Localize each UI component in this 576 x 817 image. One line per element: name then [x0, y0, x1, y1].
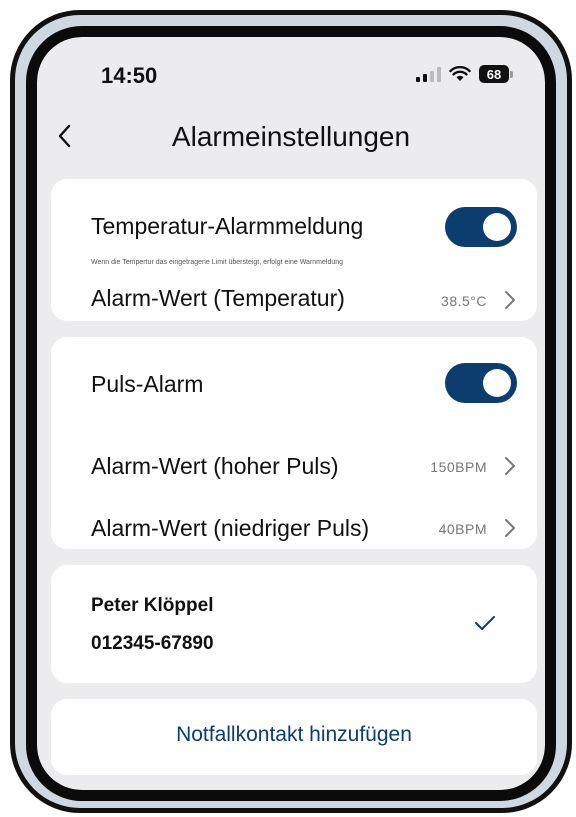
pulse-high-value: 150BPM	[430, 459, 487, 475]
checkmark-icon	[475, 616, 495, 630]
temperature-value: 38.5°C	[441, 293, 487, 309]
page-title: Alarmeinstellungen	[171, 121, 411, 152]
pulse-alarm-toggle[interactable]	[445, 363, 517, 403]
toggle-knob	[483, 369, 511, 397]
toggle-knob	[483, 213, 511, 241]
temperature-alarm-label: Temperatur-Alarmmeldung	[91, 213, 364, 239]
pulse-alarm-card: Puls-Alarm Alarm-Wert (hoher Puls) 150BP…	[51, 337, 537, 549]
contact-name: Peter Klöppel	[91, 595, 214, 616]
cellular-signal-icon	[416, 66, 441, 82]
temperature-alarm-card: Temperatur-Alarmmeldung Wenn die Tempert…	[51, 179, 537, 321]
temperature-alarm-toggle[interactable]	[445, 207, 517, 247]
chevron-right-icon	[505, 519, 515, 537]
add-emergency-contact-button[interactable]: Notfallkontakt hinzufügen	[51, 699, 537, 775]
temperature-alarm-hint: Wenn die Tempertur das eingetragene Limi…	[91, 259, 344, 266]
chevron-right-icon	[505, 291, 515, 309]
contact-phone: 012345-67890	[91, 633, 214, 654]
emergency-contact-card[interactable]: Peter Klöppel 012345-67890	[51, 565, 537, 683]
add-emergency-contact-label: Notfallkontakt hinzufügen	[176, 723, 412, 746]
battery-icon: 68	[479, 65, 509, 83]
battery-tip	[510, 70, 513, 78]
temperature-value-label: Alarm-Wert (Temperatur)	[91, 285, 345, 311]
wifi-icon	[449, 66, 471, 81]
pulse-low-label: Alarm-Wert (niedriger Puls)	[91, 515, 370, 541]
status-time: 14:50	[101, 63, 158, 88]
pulse-alarm-label: Puls-Alarm	[91, 371, 204, 397]
pulse-high-label: Alarm-Wert (hoher Puls)	[91, 453, 339, 479]
app-screen: 14:50 68 Alarmeinstellungen Temperatur-A…	[37, 37, 545, 790]
chevron-right-icon	[505, 457, 515, 475]
device-bezel: 14:50 68 Alarmeinstellungen Temperatur-A…	[26, 26, 556, 801]
pulse-low-value: 40BPM	[438, 521, 487, 537]
status-icons: 68	[416, 65, 513, 83]
